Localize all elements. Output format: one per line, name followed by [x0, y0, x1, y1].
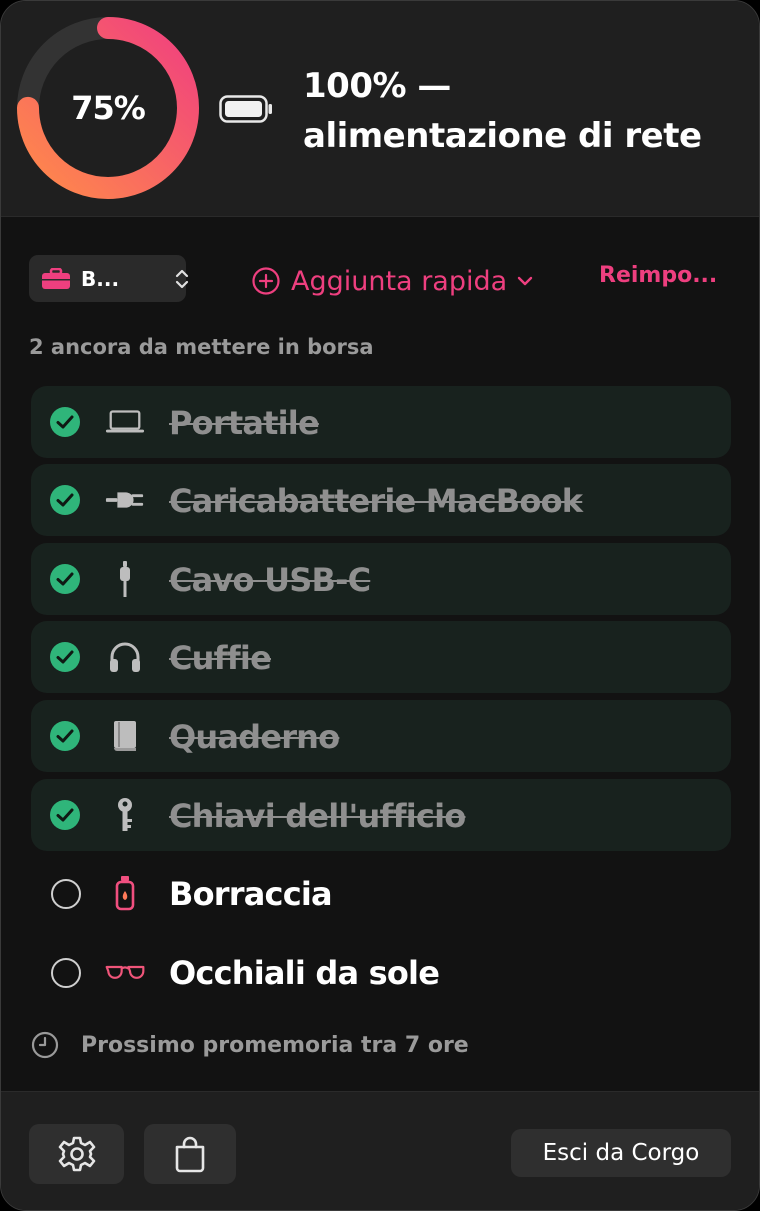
unchecked-circle[interactable] — [51, 958, 81, 988]
battery-full-icon — [219, 95, 272, 123]
unchecked-circle[interactable] — [51, 879, 81, 909]
item-label: Borraccia — [169, 875, 333, 913]
packing-item-laptop[interactable]: Portatile — [31, 386, 731, 458]
item-label: Cavo USB-C — [169, 561, 371, 599]
laptop-icon — [105, 403, 145, 441]
quick-add-label: Aggiunta rapida — [291, 265, 508, 297]
shopping-bag-icon — [175, 1136, 205, 1173]
item-label: Quaderno — [169, 718, 340, 756]
packing-item-office-keys[interactable]: Chiavi dell'ufficio — [31, 779, 731, 851]
quit-button[interactable]: Esci da Corgo — [511, 1129, 731, 1177]
bag-button[interactable] — [144, 1124, 236, 1184]
item-label: Portatile — [169, 404, 320, 442]
packing-item-macbook-charger[interactable]: Caricabatterie MacBook — [31, 464, 731, 536]
book-icon — [105, 717, 145, 755]
packing-item-sunglasses[interactable]: Occhiali da sole — [31, 936, 731, 1008]
checkmark-circle-icon[interactable] — [49, 641, 81, 673]
bag-selector-label: B... — [81, 267, 120, 291]
item-label: Occhiali da sole — [169, 954, 440, 992]
checkmark-circle-icon[interactable] — [49, 720, 81, 752]
updown-chevron-icon — [175, 269, 189, 289]
remaining-count: 2 ancora da mettere in borsa — [29, 335, 374, 359]
gear-icon — [58, 1136, 95, 1172]
plus-circle-icon — [252, 267, 280, 295]
bag-selector[interactable]: B... — [29, 255, 189, 302]
item-label: Caricabatterie MacBook — [169, 482, 583, 520]
clock-icon — [31, 1031, 59, 1059]
packing-item-usbc-cable[interactable]: Cavo USB-C — [31, 543, 731, 615]
settings-button[interactable] — [29, 1124, 124, 1184]
water-bottle-icon — [105, 874, 145, 912]
sunglasses-icon — [105, 953, 145, 991]
item-label: Cuffie — [169, 639, 272, 677]
reset-button[interactable]: Reimpo... — [599, 263, 717, 288]
key-icon — [105, 796, 145, 834]
packing-item-notebook[interactable]: Quaderno — [31, 700, 731, 772]
app-panel: 75% 100% — alimentazione di rete B... Ag… — [0, 0, 760, 1211]
battery-status-text: 100% — alimentazione di rete — [303, 66, 702, 156]
quick-add-button[interactable]: Aggiunta rapida — [251, 259, 533, 303]
checkmark-circle-icon[interactable] — [49, 799, 81, 831]
chevron-down-icon — [517, 276, 533, 286]
cable-icon — [105, 560, 145, 598]
status-header: 75% 100% — alimentazione di rete — [1, 1, 759, 217]
packing-item-headphones[interactable]: Cuffie — [31, 621, 731, 693]
next-reminder: Prossimo promemoria tra 7 ore — [31, 1031, 469, 1059]
checkmark-circle-icon[interactable] — [49, 563, 81, 595]
next-reminder-label: Prossimo promemoria tra 7 ore — [81, 1032, 469, 1058]
item-label: Chiavi dell'ufficio — [169, 797, 466, 835]
checkmark-circle-icon[interactable] — [49, 406, 81, 438]
progress-percent: 75% — [71, 89, 146, 127]
headphones-icon — [105, 638, 145, 676]
footer-bar: Esci da Corgo — [1, 1091, 759, 1210]
checkmark-circle-icon[interactable] — [49, 484, 81, 516]
packing-item-water-bottle[interactable]: Borraccia — [31, 857, 731, 929]
briefcase-icon — [42, 268, 70, 289]
plug-icon — [105, 481, 145, 519]
